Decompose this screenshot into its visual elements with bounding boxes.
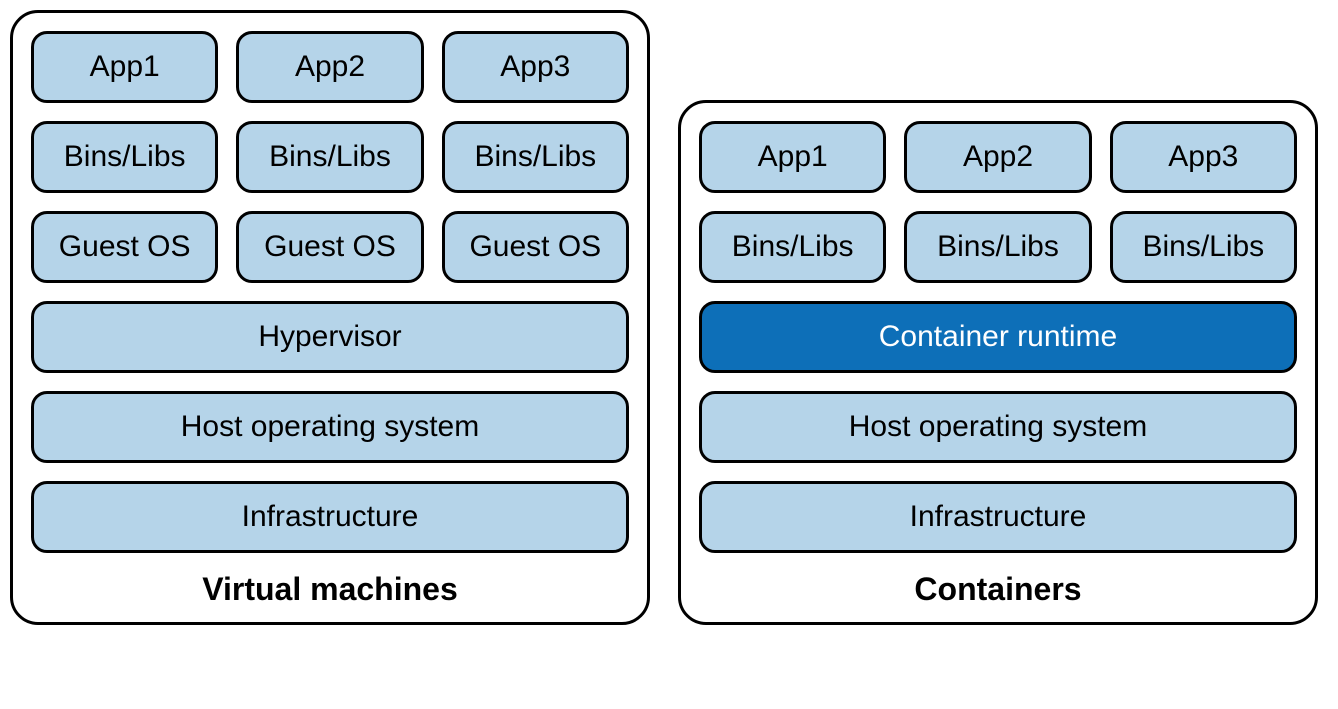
vm-host-row: Host operating system xyxy=(31,391,629,463)
vm-infra-row: Infrastructure xyxy=(31,481,629,553)
ct-title: Containers xyxy=(699,567,1297,614)
vm-apps-row: App1 App2 App3 xyxy=(31,31,629,103)
vm-app-box: App2 xyxy=(236,31,423,103)
ct-infrastructure-box: Infrastructure xyxy=(699,481,1297,553)
vm-hypervisor-row: Hypervisor xyxy=(31,301,629,373)
ct-runtime-row: Container runtime xyxy=(699,301,1297,373)
vm-guest-os-box: Guest OS xyxy=(442,211,629,283)
vm-hypervisor-box: Hypervisor xyxy=(31,301,629,373)
vm-bins-box: Bins/Libs xyxy=(31,121,218,193)
vm-title: Virtual machines xyxy=(31,567,629,614)
ct-bins-box: Bins/Libs xyxy=(1110,211,1297,283)
ct-bins-row: Bins/Libs Bins/Libs Bins/Libs xyxy=(699,211,1297,283)
containers-panel: App1 App2 App3 Bins/Libs Bins/Libs Bins/… xyxy=(678,100,1318,625)
vm-host-os-box: Host operating system xyxy=(31,391,629,463)
vm-guest-os-box: Guest OS xyxy=(31,211,218,283)
vm-guest-os-box: Guest OS xyxy=(236,211,423,283)
ct-app-box: App1 xyxy=(699,121,886,193)
vm-app-box: App3 xyxy=(442,31,629,103)
ct-app-box: App2 xyxy=(904,121,1091,193)
ct-infra-row: Infrastructure xyxy=(699,481,1297,553)
ct-bins-box: Bins/Libs xyxy=(699,211,886,283)
vm-app-box: App1 xyxy=(31,31,218,103)
ct-bins-box: Bins/Libs xyxy=(904,211,1091,283)
ct-container-runtime-box: Container runtime xyxy=(699,301,1297,373)
ct-host-row: Host operating system xyxy=(699,391,1297,463)
ct-app-box: App3 xyxy=(1110,121,1297,193)
vm-panel: App1 App2 App3 Bins/Libs Bins/Libs Bins/… xyxy=(10,10,650,625)
ct-apps-row: App1 App2 App3 xyxy=(699,121,1297,193)
vm-infrastructure-box: Infrastructure xyxy=(31,481,629,553)
vm-bins-row: Bins/Libs Bins/Libs Bins/Libs xyxy=(31,121,629,193)
vm-bins-box: Bins/Libs xyxy=(236,121,423,193)
vm-guest-row: Guest OS Guest OS Guest OS xyxy=(31,211,629,283)
ct-host-os-box: Host operating system xyxy=(699,391,1297,463)
vm-bins-box: Bins/Libs xyxy=(442,121,629,193)
